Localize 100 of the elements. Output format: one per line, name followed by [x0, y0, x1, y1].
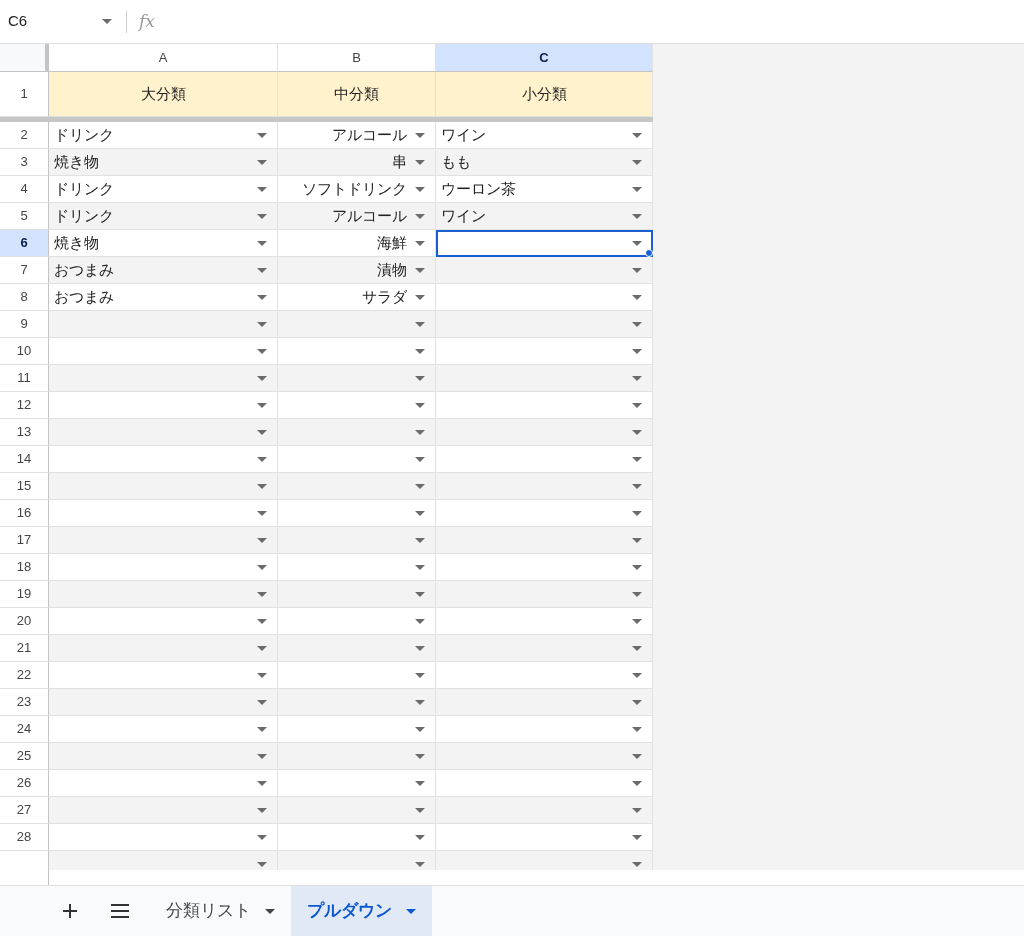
- caret-icon[interactable]: [632, 240, 642, 246]
- dropdown-cell[interactable]: [278, 419, 436, 446]
- caret-icon[interactable]: [632, 321, 642, 327]
- caret-icon[interactable]: [415, 780, 425, 786]
- caret-icon[interactable]: [257, 132, 267, 138]
- caret-icon[interactable]: [632, 699, 642, 705]
- caret-icon[interactable]: [632, 861, 642, 867]
- row-header[interactable]: 19: [0, 581, 49, 608]
- caret-icon[interactable]: [257, 375, 267, 381]
- caret-icon[interactable]: [632, 726, 642, 732]
- caret-icon[interactable]: [415, 618, 425, 624]
- dropdown-cell[interactable]: 漬物: [278, 257, 436, 284]
- caret-icon[interactable]: [632, 132, 642, 138]
- caret-icon[interactable]: [632, 375, 642, 381]
- row-header[interactable]: 16: [0, 500, 49, 527]
- dropdown-cell[interactable]: [49, 365, 278, 392]
- caret-icon[interactable]: [632, 159, 642, 165]
- caret-icon[interactable]: [632, 294, 642, 300]
- dropdown-cell[interactable]: [436, 635, 653, 662]
- sheet-tab[interactable]: プルダウン: [291, 886, 432, 936]
- dropdown-cell[interactable]: [436, 230, 653, 257]
- dropdown-cell[interactable]: [278, 689, 436, 716]
- caret-icon[interactable]: [415, 699, 425, 705]
- caret-icon[interactable]: [257, 510, 267, 516]
- caret-icon[interactable]: [632, 402, 642, 408]
- row-header[interactable]: 24: [0, 716, 49, 743]
- row-header[interactable]: 12: [0, 392, 49, 419]
- caret-icon[interactable]: [257, 834, 267, 840]
- dropdown-cell[interactable]: [49, 689, 278, 716]
- caret-icon[interactable]: [415, 537, 425, 543]
- caret-icon[interactable]: [257, 753, 267, 759]
- dropdown-cell[interactable]: [278, 581, 436, 608]
- caret-icon[interactable]: [257, 537, 267, 543]
- dropdown-cell[interactable]: [436, 257, 653, 284]
- row-header[interactable]: 13: [0, 419, 49, 446]
- caret-icon[interactable]: [415, 132, 425, 138]
- caret-icon[interactable]: [257, 402, 267, 408]
- caret-icon[interactable]: [632, 834, 642, 840]
- caret-icon[interactable]: [257, 861, 267, 867]
- caret-icon[interactable]: [257, 213, 267, 219]
- dropdown-cell[interactable]: [436, 365, 653, 392]
- dropdown-cell[interactable]: [436, 311, 653, 338]
- caret-icon[interactable]: [415, 402, 425, 408]
- caret-icon[interactable]: [257, 591, 267, 597]
- caret-icon[interactable]: [415, 564, 425, 570]
- dropdown-cell[interactable]: [278, 797, 436, 824]
- dropdown-cell[interactable]: [49, 743, 278, 770]
- row-header[interactable]: 18: [0, 554, 49, 581]
- dropdown-cell[interactable]: [436, 689, 653, 716]
- caret-icon[interactable]: [632, 267, 642, 273]
- caret-icon[interactable]: [415, 510, 425, 516]
- caret-icon[interactable]: [415, 807, 425, 813]
- caret-icon[interactable]: [257, 159, 267, 165]
- caret-icon[interactable]: [632, 348, 642, 354]
- caret-icon[interactable]: [415, 861, 425, 867]
- caret-icon[interactable]: [102, 19, 112, 24]
- caret-icon[interactable]: [415, 456, 425, 462]
- column-header[interactable]: A: [49, 44, 278, 72]
- row-header[interactable]: 6: [0, 230, 49, 257]
- caret-icon[interactable]: [415, 348, 425, 354]
- plus-icon[interactable]: [63, 904, 77, 918]
- caret-icon[interactable]: [632, 456, 642, 462]
- caret-icon[interactable]: [406, 908, 416, 914]
- row-header[interactable]: 11: [0, 365, 49, 392]
- caret-icon[interactable]: [415, 240, 425, 246]
- caret-icon[interactable]: [415, 834, 425, 840]
- row-header[interactable]: 1: [0, 72, 49, 117]
- caret-icon[interactable]: [415, 213, 425, 219]
- dropdown-cell[interactable]: [278, 365, 436, 392]
- row-header[interactable]: 21: [0, 635, 49, 662]
- dropdown-cell[interactable]: [49, 581, 278, 608]
- dropdown-cell[interactable]: [278, 527, 436, 554]
- row-header[interactable]: 15: [0, 473, 49, 500]
- caret-icon[interactable]: [257, 294, 267, 300]
- caret-icon[interactable]: [415, 321, 425, 327]
- caret-icon[interactable]: [632, 618, 642, 624]
- dropdown-cell[interactable]: [49, 527, 278, 554]
- row-header[interactable]: 28: [0, 824, 49, 851]
- row-header[interactable]: 23: [0, 689, 49, 716]
- caret-icon[interactable]: [632, 672, 642, 678]
- caret-icon[interactable]: [257, 483, 267, 489]
- caret-icon[interactable]: [632, 429, 642, 435]
- dropdown-cell[interactable]: [49, 419, 278, 446]
- row-header[interactable]: 8: [0, 284, 49, 311]
- dropdown-cell[interactable]: [436, 797, 653, 824]
- caret-icon[interactable]: [257, 645, 267, 651]
- dropdown-cell[interactable]: [278, 473, 436, 500]
- row-header[interactable]: 2: [0, 122, 49, 149]
- caret-icon[interactable]: [415, 429, 425, 435]
- row-header[interactable]: 14: [0, 446, 49, 473]
- caret-icon[interactable]: [632, 537, 642, 543]
- caret-icon[interactable]: [257, 780, 267, 786]
- dropdown-cell[interactable]: ワイン: [436, 203, 653, 230]
- dropdown-cell[interactable]: ドリンク: [49, 203, 278, 230]
- dropdown-cell[interactable]: [436, 743, 653, 770]
- caret-icon[interactable]: [257, 240, 267, 246]
- caret-icon[interactable]: [632, 213, 642, 219]
- caret-icon[interactable]: [415, 672, 425, 678]
- caret-icon[interactable]: [415, 294, 425, 300]
- caret-icon[interactable]: [415, 159, 425, 165]
